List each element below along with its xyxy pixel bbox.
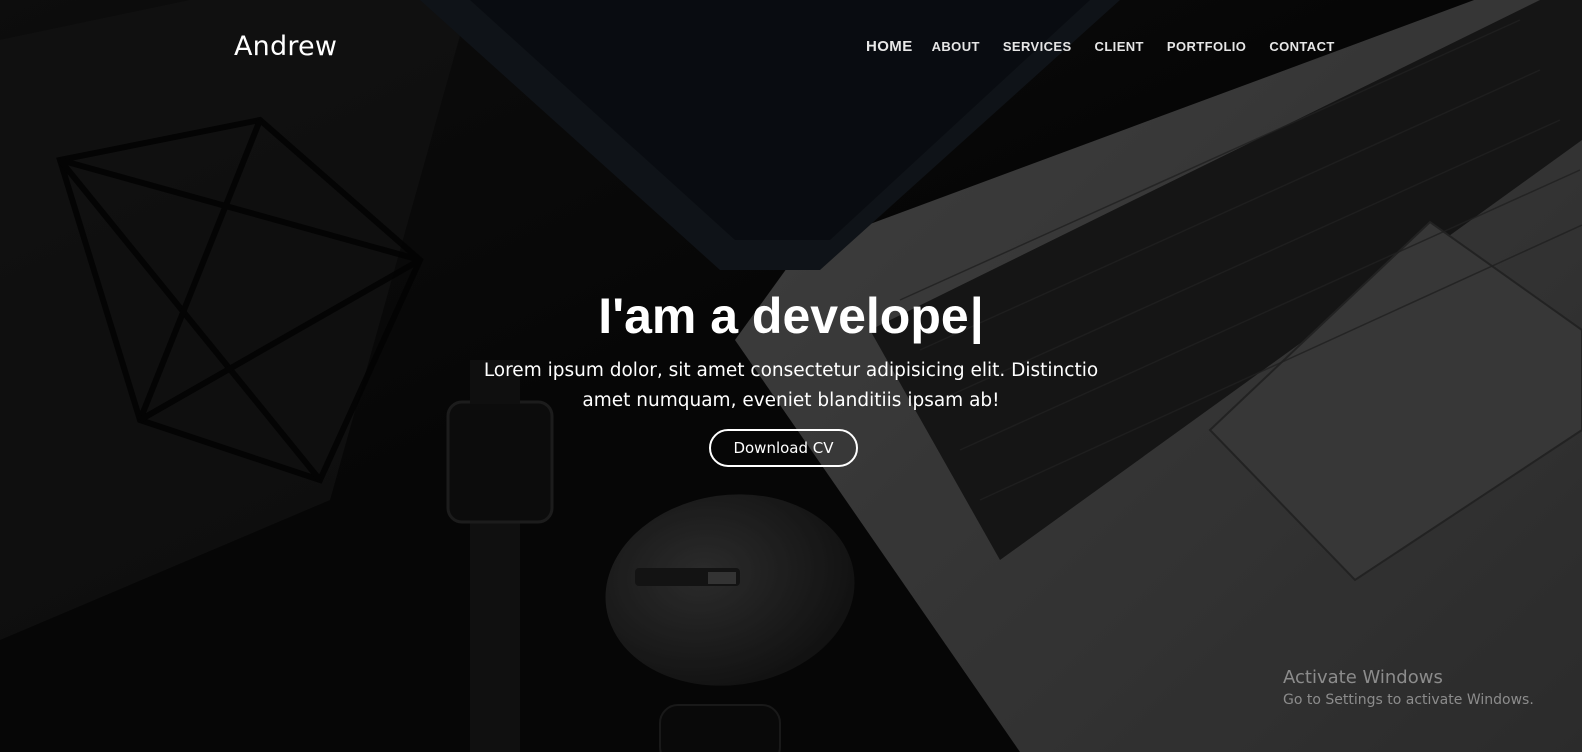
typed-text: I'am a develope: [598, 288, 969, 344]
nav-item-about[interactable]: ABOUT: [932, 39, 980, 54]
hero-headline: I'am a develope|: [0, 287, 1582, 345]
brand-logo[interactable]: Andrew: [234, 31, 337, 62]
main-menu: HOME ABOUT SERVICES CLIENT PORTFOLIO CON…: [866, 38, 1358, 55]
download-cv-button[interactable]: Download CV: [709, 429, 858, 467]
nav-item-services[interactable]: SERVICES: [1003, 39, 1072, 54]
nav-item-home[interactable]: HOME: [866, 38, 913, 55]
top-navbar: Andrew HOME ABOUT SERVICES CLIENT PORTFO…: [0, 0, 1582, 96]
watermark-title: Activate Windows: [1283, 667, 1443, 688]
nav-item-portfolio[interactable]: PORTFOLIO: [1167, 39, 1246, 54]
nav-item-contact[interactable]: CONTACT: [1269, 39, 1334, 54]
typing-cursor: |: [969, 288, 984, 344]
hero-subtitle: Lorem ipsum dolor, sit amet consectetur …: [483, 360, 1099, 411]
nav-item-client[interactable]: CLIENT: [1095, 39, 1144, 54]
watermark-subtitle: Go to Settings to activate Windows.: [1283, 692, 1534, 708]
windows-activation-watermark: Activate Windows Go to Settings to activ…: [1283, 667, 1534, 711]
